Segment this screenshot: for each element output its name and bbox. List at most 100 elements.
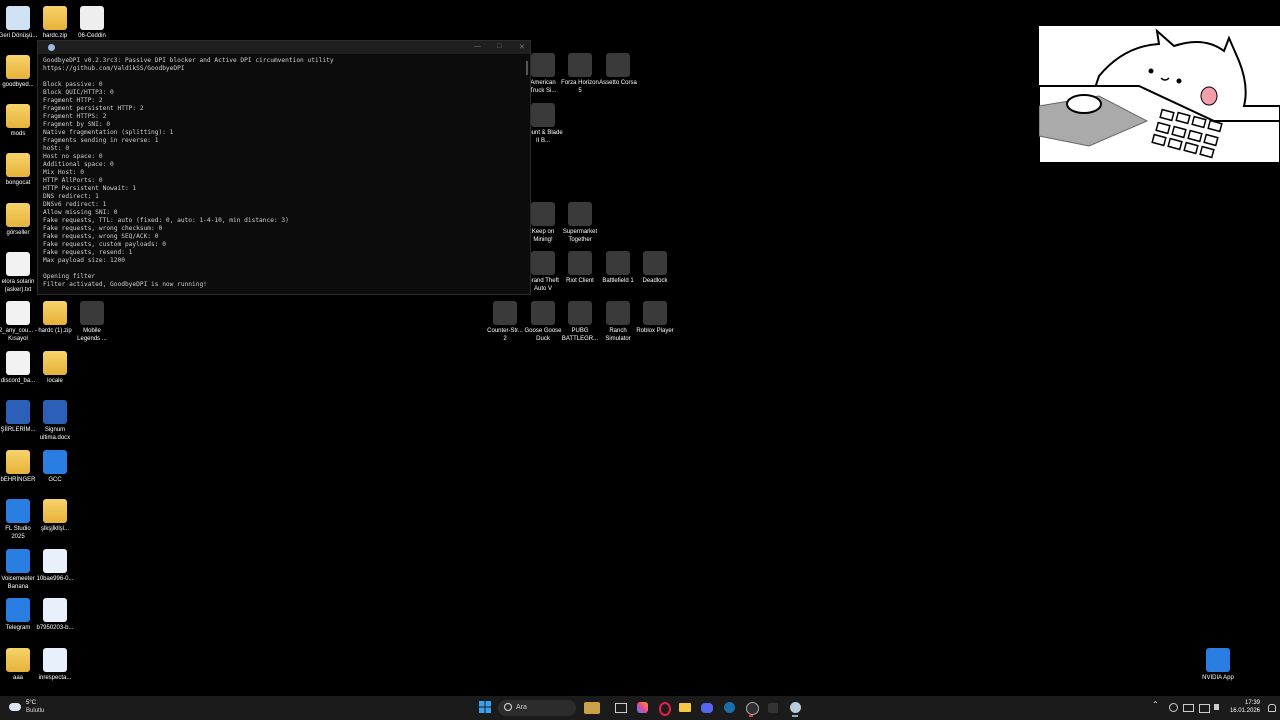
desktop-icon-label: bEHRİNGER	[0, 477, 36, 483]
desktop-icon-hardc-zip[interactable]: hardc.zip	[35, 6, 75, 41]
maximize-button[interactable]: □	[497, 43, 501, 50]
console-line: GoodbyeDPI v0.2.3rc3: Passive DPI blocke…	[43, 57, 334, 64]
console-line: Opening filter	[43, 273, 96, 280]
console-line: Max payload size: 1200	[43, 257, 125, 264]
desktop-icon-voicemeeter-banana[interactable]: Voicemeeter Banana	[0, 549, 38, 591]
desktop-icon-label: Ranch Simulator	[605, 328, 631, 342]
desktop-icon-label: FL Studio 2025	[5, 526, 31, 540]
desktop-icon-label: Telegram	[5, 625, 31, 631]
search-box[interactable]: Ara	[498, 700, 576, 716]
desktop-icon-inrespecta[interactable]: inrespecta...	[35, 648, 75, 683]
desktop-icon-assetto-corsa[interactable]: Assetto Corsa	[598, 53, 638, 88]
desktop-icon-behri-nger[interactable]: bEHRİNGER	[0, 450, 38, 485]
desktop-icon-gcc[interactable]: GCC	[35, 450, 75, 485]
desktop-icon-g-rseller[interactable]: görseller	[0, 203, 38, 238]
desktop-icon-label: Voicemeeter Banana	[1, 576, 35, 590]
folder-icon	[6, 153, 30, 177]
opera-gx-icon[interactable]	[656, 700, 671, 716]
obs-icon[interactable]	[744, 700, 759, 717]
desktop-icon-2-any-cou-k-sayol[interactable]: 2_any_cou... - Kısayol	[0, 301, 38, 343]
file-explorer-icon[interactable]	[678, 700, 692, 716]
goodbyedpi-console-window[interactable]: — □ ✕ GoodbyeDPI v0.2.3rc3: Passive DPI …	[37, 40, 531, 295]
desktop-icon-bongocat[interactable]: bongocat	[0, 153, 38, 188]
desktop-icon-signum-ultima-docx[interactable]: Signum ultima.docx	[35, 400, 75, 442]
console-line: Block QUIC/HTTP3: 0	[43, 89, 114, 96]
desktop-icon-mods[interactable]: mods	[0, 104, 38, 139]
desktop-icon-discord-ba[interactable]: discord_ba...	[0, 351, 38, 386]
desktop-icon-label: mods	[10, 131, 26, 137]
desktop-icon-ranch-simulator[interactable]: Ranch Simulator	[598, 301, 638, 343]
app-icon	[43, 450, 67, 474]
console-line: HTTP AllPorts: 0	[43, 177, 103, 184]
desktop-icon-counter-str-2[interactable]: Counter-Str... 2	[485, 301, 525, 343]
taskbar-app-icon[interactable]	[766, 700, 780, 716]
volume-icon[interactable]	[1212, 700, 1224, 716]
game-icon	[606, 301, 630, 325]
desktop-icon-label: discord_ba...	[0, 378, 36, 384]
desktop-icon-lk-jlkll-l[interactable]: şlkşjlkllşl...	[35, 499, 75, 534]
console-line: https://github.com/ValdikSS/GoodbyeDPI	[43, 65, 185, 72]
console-line: Filter activated, GoodbyeDPI is now runn…	[43, 281, 207, 288]
copilot-icon[interactable]	[635, 700, 649, 716]
minimize-button[interactable]: —	[474, 43, 481, 50]
desktop-icon-forza-horizon-5[interactable]: Forza Horizon 5	[560, 53, 600, 95]
desktop-icon-locale[interactable]: locale	[35, 351, 75, 386]
console-scrollbar[interactable]	[526, 61, 528, 75]
game-icon	[531, 202, 555, 226]
game-icon	[531, 53, 555, 77]
folder-icon	[6, 450, 30, 474]
desktop-icon-geri-d-n[interactable]: Geri Dönüşü...	[0, 6, 38, 41]
weather-widget[interactable]: 5°C Bulutlu	[6, 700, 51, 716]
console-line: Fragments sending in reverse: 1	[43, 137, 159, 144]
desktop-icon-b7950203-b[interactable]: b7950203-b...	[35, 598, 75, 633]
desktop-icon-goose-goose-duck[interactable]: Goose Goose Duck	[523, 301, 563, 343]
folder-icon	[43, 301, 67, 325]
file-icon	[6, 252, 30, 276]
show-hidden-icons-chevron-icon[interactable]: ⌃	[1152, 700, 1162, 716]
desktop-icon-10bae996-0[interactable]: 10bae996-0...	[35, 549, 75, 584]
desktop-icon-i-i-rleri-m[interactable]: ŞİİRLERİM...	[0, 400, 38, 435]
desktop-icon-supermarket-together[interactable]: Supermarket Together	[560, 202, 600, 244]
sync-icon[interactable]	[1167, 700, 1179, 716]
steam-icon[interactable]	[722, 700, 736, 716]
keyboard-icon[interactable]	[1182, 700, 1194, 716]
desktop-icon-nvidia-app[interactable]: NVIDIA App	[1198, 648, 1238, 683]
desktop-icon-elora-solarin-asker-txt[interactable]: elora solarin (asker).txt	[0, 252, 38, 294]
desktop-icon-label: Counter-Str... 2	[487, 328, 523, 342]
console-line: Block passive: 0	[43, 81, 103, 88]
desktop-icon-goodbyed[interactable]: goodbyed...	[0, 55, 38, 90]
game-icon	[606, 251, 630, 275]
clock-time: 17:39	[1244, 700, 1260, 706]
task-view-icon[interactable]	[613, 700, 627, 716]
console-line: Mix Host: 0	[43, 169, 84, 176]
start-button[interactable]	[478, 700, 492, 716]
desktop-icon-hardc-1-zip[interactable]: hardc (1).zip	[35, 301, 75, 336]
desktop-icon-label: Forza Horizon 5	[561, 80, 599, 94]
discord-icon[interactable]	[700, 700, 714, 716]
console-line: Fake requests, TTL: auto (fixed: 0, auto…	[43, 217, 289, 224]
goodbyedpi-taskbar-icon[interactable]	[788, 700, 802, 717]
desktop-icon-deadlock[interactable]: Deadlock	[635, 251, 675, 286]
desktop-icon-fl-studio-2025[interactable]: FL Studio 2025	[0, 499, 38, 541]
desktop-icon-mobile-legends[interactable]: Mobile Legends ...	[72, 301, 112, 343]
desktop-icon-label: GCC	[48, 477, 62, 483]
console-titlebar[interactable]: — □ ✕	[38, 41, 530, 54]
desktop-icon-aaa[interactable]: aaa	[0, 648, 38, 683]
desktop-icon-telegram[interactable]: Telegram	[0, 598, 38, 633]
close-button[interactable]: ✕	[519, 43, 525, 51]
game-icon	[568, 301, 592, 325]
desktop-icon-pubg-battlegr[interactable]: PUBG BATTLEGR...	[560, 301, 600, 343]
desktop-icon-roblox-player[interactable]: Roblox Player	[635, 301, 675, 336]
widget-taskbar-icon[interactable]	[584, 700, 602, 716]
desktop-icon-battlefield-1[interactable]: Battlefield 1	[598, 251, 638, 286]
app-icon	[6, 549, 30, 573]
image-icon	[43, 648, 67, 672]
notification-bell-icon[interactable]	[1266, 700, 1276, 716]
image-icon	[43, 598, 67, 622]
clock[interactable]: 17:39 16.01.2026	[1230, 700, 1260, 716]
network-icon[interactable]	[1198, 700, 1210, 716]
console-line: DNS redirect: 1	[43, 193, 99, 200]
search-icon	[504, 703, 512, 711]
desktop-icon-riot-client[interactable]: Riot Client	[560, 251, 600, 286]
console-line: Fragment HTTPS: 2	[43, 113, 107, 120]
